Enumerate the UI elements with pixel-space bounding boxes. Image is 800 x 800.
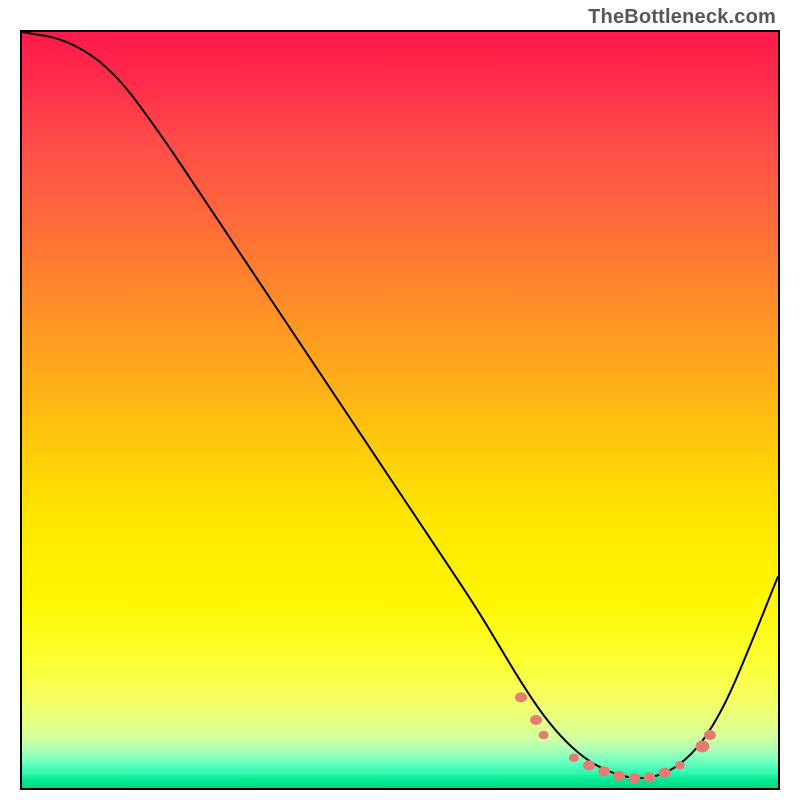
curve-marker — [659, 768, 671, 778]
markers-group — [515, 692, 716, 783]
curve-marker — [583, 760, 595, 770]
curve-marker — [704, 730, 716, 740]
curve-svg — [22, 32, 778, 788]
curve-marker — [598, 766, 610, 776]
curve-marker — [695, 741, 709, 753]
plot-area — [20, 30, 780, 790]
bottleneck-curve — [22, 32, 778, 778]
curve-marker — [539, 731, 549, 739]
watermark-text: TheBottleneck.com — [588, 6, 776, 29]
curve-marker — [644, 772, 656, 782]
curve-marker — [628, 773, 640, 783]
curve-marker — [569, 754, 579, 762]
curve-marker — [675, 761, 685, 769]
curve-marker — [613, 771, 625, 781]
curve-marker — [530, 715, 542, 725]
chart-container: TheBottleneck.com — [0, 0, 800, 800]
curve-marker — [515, 692, 527, 702]
